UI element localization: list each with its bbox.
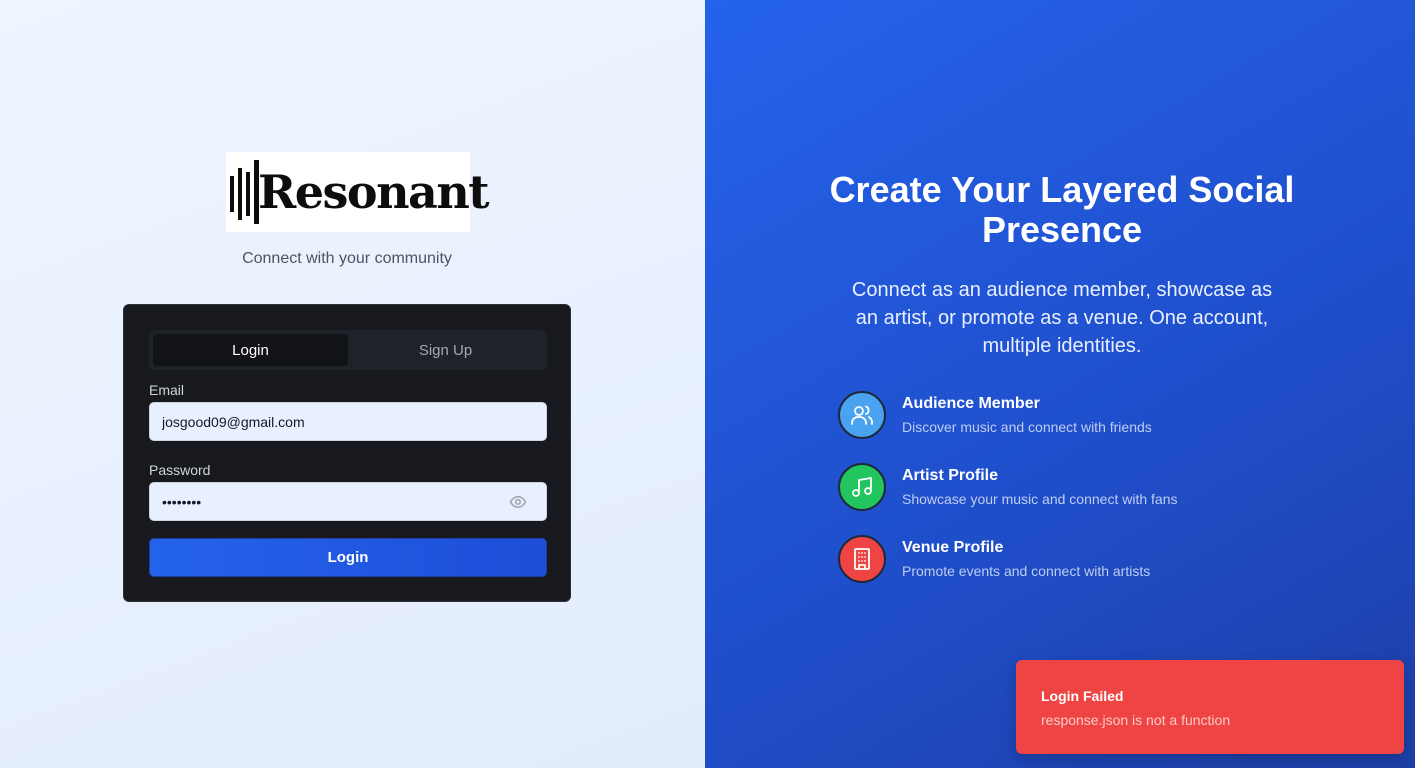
tab-login[interactable]: Login	[153, 334, 348, 366]
feature-venue-profile: Venue Profile Promote events and connect…	[838, 535, 1258, 583]
logo-wordmark: Resonant	[258, 165, 490, 219]
email-label: Email	[149, 382, 185, 398]
feature-title: Audience Member	[902, 395, 1040, 412]
toast-title: Login Failed	[1041, 688, 1124, 704]
tagline: Connect with your community	[242, 250, 452, 267]
feature-description: Discover music and connect with friends	[902, 419, 1152, 435]
error-toast[interactable]: Login Failed response.json is not a func…	[1016, 660, 1404, 754]
resonant-logo: Resonant	[226, 152, 490, 232]
login-button[interactable]: Login	[149, 538, 547, 577]
hero-subtitle: Connect as an audience member, showcase …	[851, 279, 1273, 357]
feature-artist-profile: Artist Profile Showcase your music and c…	[838, 463, 1258, 511]
auth-panel: Resonant Connect with your community Log…	[0, 0, 705, 768]
feature-description: Promote events and connect with artists	[902, 563, 1151, 579]
users-icon	[838, 391, 886, 439]
music-note-icon	[838, 463, 886, 511]
eye-icon[interactable]	[509, 493, 527, 511]
feature-title: Artist Profile	[902, 467, 999, 484]
toast-message: response.json is not a function	[1041, 712, 1231, 728]
building-icon	[838, 535, 886, 583]
feature-description: Showcase your music and connect with fan…	[902, 491, 1178, 507]
login-card: Login Sign Up Email Password Login	[123, 304, 571, 602]
feature-audience-member: Audience Member Discover music and conne…	[838, 391, 1258, 439]
logo-bars-icon	[230, 160, 259, 224]
email-field[interactable]	[149, 402, 547, 441]
promo-panel	[705, 0, 1415, 768]
auth-tabs: Login Sign Up	[149, 330, 547, 370]
tab-sign-up[interactable]: Sign Up	[348, 334, 543, 366]
password-field[interactable]	[149, 482, 547, 521]
hero-title: Create Your Layered Social Presence	[829, 169, 1295, 250]
password-label: Password	[149, 462, 211, 478]
feature-title: Venue Profile	[902, 539, 1004, 556]
